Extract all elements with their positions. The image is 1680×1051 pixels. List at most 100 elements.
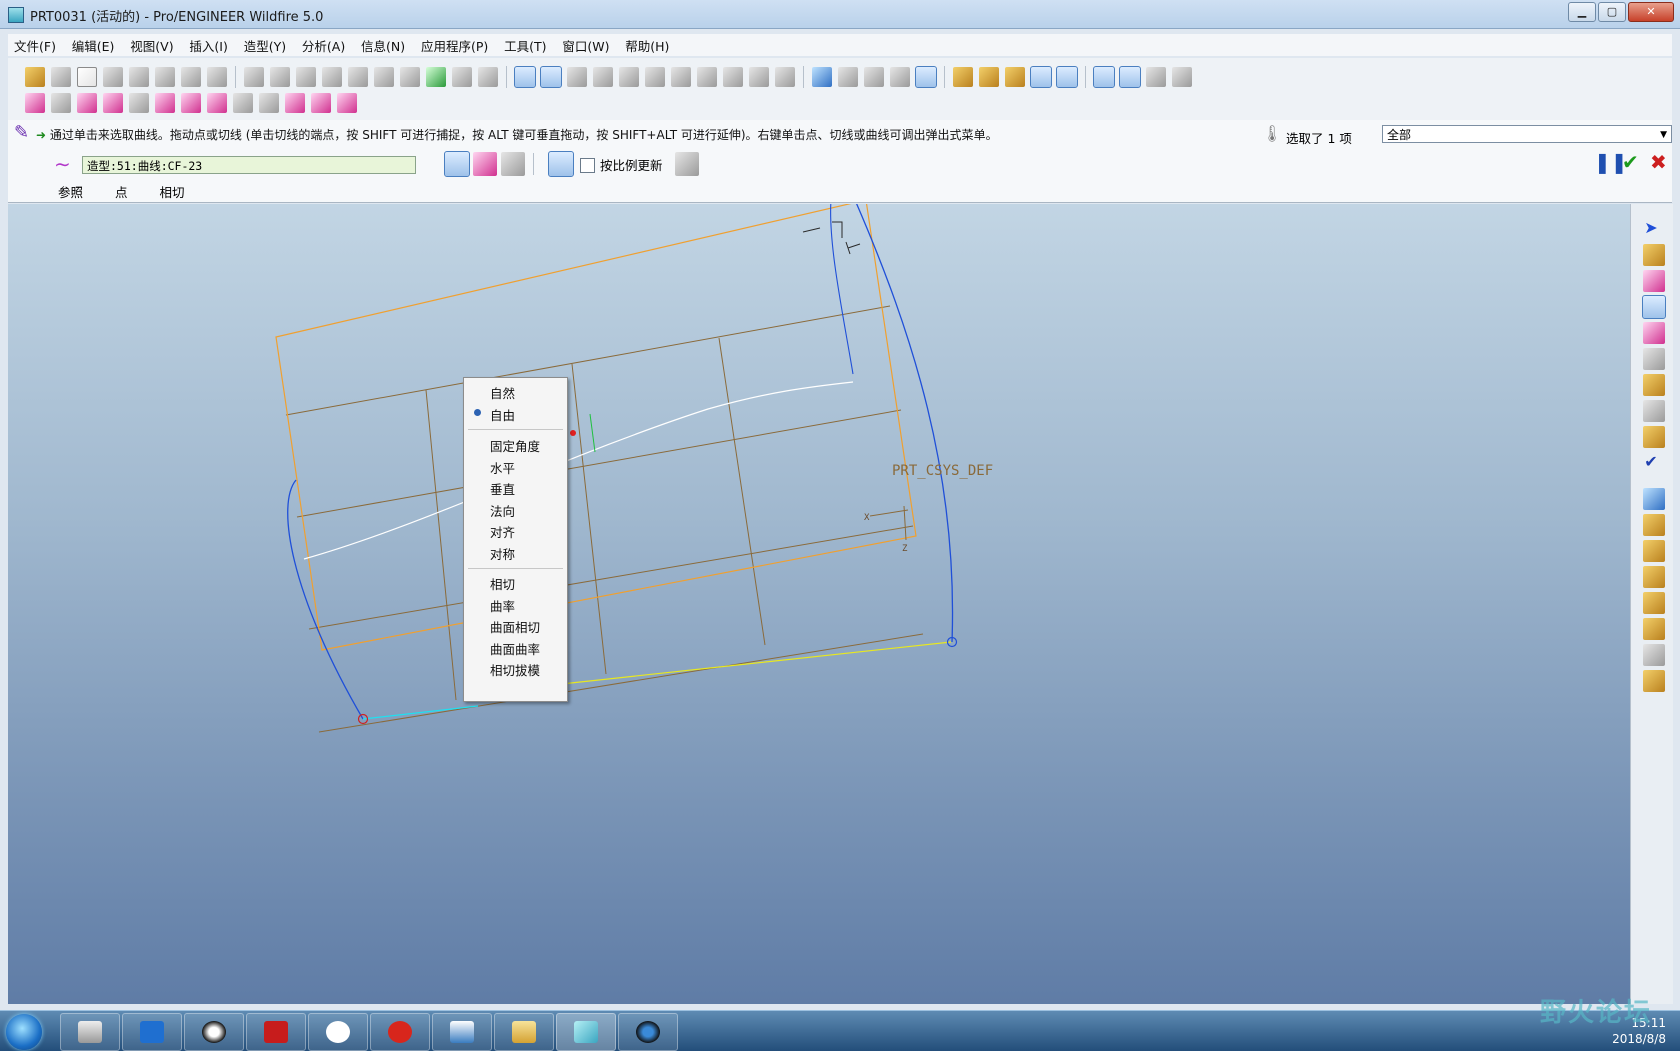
refit-icon[interactable] [671,67,691,87]
paste-icon[interactable] [374,67,394,87]
menu-tools[interactable]: 工具(T) [498,34,552,55]
section-curvature-icon[interactable] [129,93,149,113]
edit-icon[interactable] [51,67,71,87]
tangent-handle[interactable] [589,413,596,453]
taskbar-app-file-explorer[interactable] [494,1013,554,1051]
ctx-item-curvature[interactable]: 曲率 [490,596,515,615]
surface-icon[interactable] [1643,348,1665,370]
taskbar-app-qq[interactable] [184,1013,244,1051]
taskbar-app-screen-recorder[interactable] [618,1013,678,1051]
ctx-item-fixed-angle[interactable]: 固定角度 [490,436,540,455]
saved-views-icon[interactable] [723,67,743,87]
find-icon[interactable] [452,67,472,87]
menu-insert[interactable]: 插入(I) [183,34,233,55]
select-box-icon[interactable] [478,67,498,87]
ctx-item-tangent-draft[interactable]: 相切拔模 [490,660,540,679]
curvature-plot-icon[interactable] [548,151,574,177]
new-file-icon[interactable] [77,67,97,87]
menu-view[interactable]: 视图(V) [124,34,179,55]
ctx-item-align[interactable]: 对齐 [490,522,515,541]
taskbar-app-proengineer[interactable] [556,1013,616,1051]
hidden-line-icon[interactable] [864,67,884,87]
delete-analysis-icon[interactable] [259,93,279,113]
ctx-item-free[interactable]: 自由 [490,405,515,424]
graphics-viewport[interactable]: X Z PRT_CSYS_DEF 自然 自由 固定角度 水平 垂直 法向 对齐 … [8,204,1630,1004]
delete-all-analysis-icon[interactable] [337,93,357,113]
start-button[interactable] [6,1014,42,1050]
redo-icon[interactable] [270,67,290,87]
datum-points-icon[interactable] [1005,67,1025,87]
open-file-icon[interactable] [103,67,123,87]
annotation-icon[interactable] [1056,66,1078,88]
view-manager-icon[interactable] [775,67,795,87]
select-arrow-icon[interactable]: ➤ [1640,218,1662,240]
cut-icon[interactable] [322,67,342,87]
shaded-icon[interactable] [915,66,937,88]
paste-special-icon[interactable] [400,67,420,87]
active-plane-icon[interactable] [1172,67,1192,87]
set-active-plane-icon[interactable] [1643,244,1665,266]
ctx-item-horizontal[interactable]: 水平 [490,458,515,477]
taskbar-app-explorer-window[interactable] [60,1013,120,1051]
datum-axes-icon[interactable] [979,67,999,87]
tab-points[interactable]: 点 [115,185,128,200]
taskbar-app-window[interactable] [432,1013,492,1051]
analysis-feature-icon[interactable] [1643,644,1665,666]
regenerate-icon[interactable] [296,67,316,87]
drag-point[interactable] [570,430,576,436]
appearance-icon[interactable] [812,67,832,87]
delete-curvature-icon[interactable] [285,93,305,113]
datum-planes-icon[interactable] [953,67,973,87]
datum-point-icon[interactable] [1643,592,1665,614]
curve-name-field[interactable]: 造型:51:曲线:CF-23 [82,156,416,174]
email-link-icon[interactable] [207,67,227,87]
control-polygon-icon[interactable] [675,152,699,176]
selection-filter-dropdown[interactable]: 全部 ▼ [1382,125,1672,143]
regenerate-model-icon[interactable] [426,67,446,87]
undo-icon[interactable] [244,67,264,87]
section-analysis-icon[interactable] [51,93,71,113]
proportional-update-checkbox[interactable] [580,158,595,173]
menu-help[interactable]: 帮助(H) [619,34,675,55]
tab-tangency[interactable]: 相切 [160,185,185,200]
curve-cos-icon[interactable] [501,152,525,176]
taskbar-app-red-tool[interactable] [370,1013,430,1051]
curve-analysis-icon[interactable] [1643,488,1665,510]
style-tool-icon[interactable] [1643,670,1665,692]
layers-icon[interactable] [749,67,769,87]
curvature-analysis-icon[interactable] [25,93,45,113]
slope-analysis-icon[interactable] [181,93,201,113]
datum-axis-icon[interactable] [1643,540,1665,562]
coordinate-system-icon[interactable] [1643,618,1665,640]
datum-plane-icon[interactable] [1643,514,1665,536]
zoom-in-icon[interactable] [619,67,639,87]
curve-planar-icon[interactable] [473,152,497,176]
menu-info[interactable]: 信息(N) [355,34,411,55]
zoom-out-icon[interactable] [645,67,665,87]
taskbar-app-maxthon[interactable] [122,1013,182,1051]
trim-surface-icon[interactable] [1643,400,1665,422]
coordinate-systems-icon[interactable] [1030,66,1052,88]
reflection-analysis-icon[interactable] [207,93,227,113]
close-button[interactable]: ✕ [1628,2,1674,22]
reorient-icon[interactable] [697,67,717,87]
circle-curve-icon[interactable] [1643,322,1665,344]
menu-edit[interactable]: 编辑(E) [66,34,121,55]
ctx-item-surface-tangent[interactable]: 曲面相切 [490,617,540,636]
cancel-x-icon[interactable]: ✖ [1650,150,1667,174]
spin-center-icon[interactable] [567,67,587,87]
curve-display-icon[interactable] [1119,66,1141,88]
print-icon[interactable] [155,67,175,87]
ctx-item-surface-curvature[interactable]: 曲面曲率 [490,639,540,658]
connect-surface-icon[interactable] [1643,374,1665,396]
menu-window[interactable]: 窗口(W) [556,34,615,55]
maximize-button[interactable]: ▢ [1598,2,1626,22]
ctx-item-vertical[interactable]: 垂直 [490,479,515,498]
ctx-item-natural[interactable]: 自然 [490,383,515,402]
tab-references[interactable]: 参照 [58,185,83,200]
copy-icon[interactable] [348,67,368,87]
orient-icon[interactable] [514,66,536,88]
email-icon[interactable] [181,67,201,87]
taskbar-app-wechat[interactable] [308,1013,368,1051]
minimize-button[interactable]: ▁ [1568,2,1596,22]
